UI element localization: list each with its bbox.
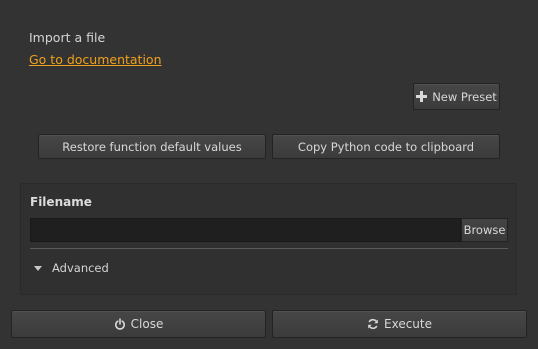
documentation-link[interactable]: Go to documentation [29, 52, 162, 67]
browse-button[interactable]: Browse [461, 218, 508, 242]
power-icon [114, 318, 126, 330]
copy-python-label: Copy Python code to clipboard [297, 139, 475, 154]
plus-icon [416, 91, 428, 102]
restore-defaults-button[interactable]: Restore function default values [38, 134, 266, 159]
restore-defaults-label: Restore function default values [62, 139, 242, 154]
parameters-panel: Filename Browse Advanced [20, 183, 517, 295]
advanced-label: Advanced [52, 261, 109, 275]
copy-python-button[interactable]: Copy Python code to clipboard [272, 134, 500, 159]
execute-label: Execute [384, 317, 432, 331]
page-title: Import a file [29, 30, 106, 45]
close-label: Close [130, 317, 164, 331]
filename-input[interactable] [30, 218, 461, 242]
advanced-toggle[interactable]: Advanced [34, 261, 109, 275]
execute-button[interactable]: Execute [272, 310, 527, 338]
divider [30, 248, 508, 249]
new-preset-label: New Preset [432, 89, 497, 104]
refresh-icon [367, 318, 379, 330]
close-button[interactable]: Close [11, 310, 266, 338]
filename-label: Filename [30, 195, 92, 209]
triangle-down-icon [34, 266, 42, 271]
new-preset-button[interactable]: New Preset [413, 83, 500, 110]
